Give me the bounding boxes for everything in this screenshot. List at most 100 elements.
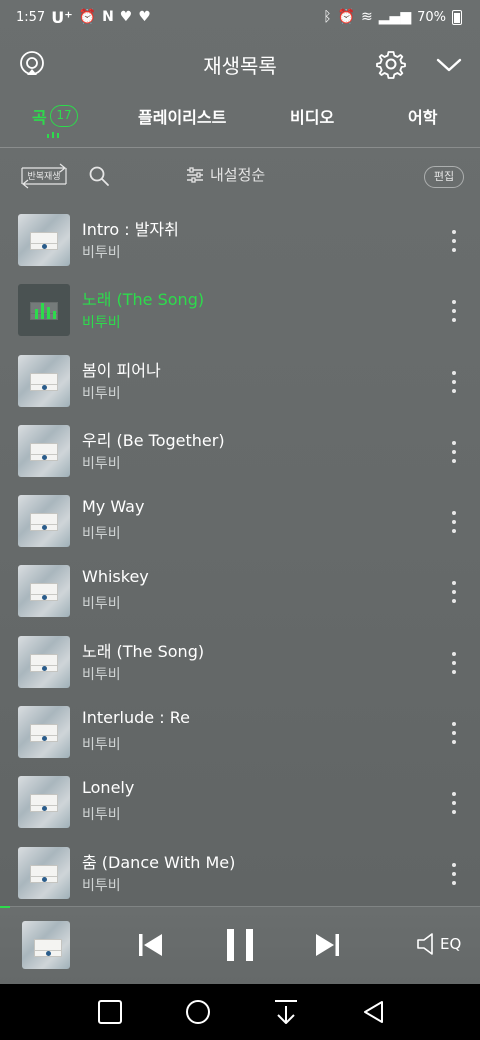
album-art — [18, 424, 70, 477]
home-icon[interactable] — [184, 998, 212, 1026]
song-title: 춤 (Dance With Me) — [82, 852, 236, 872]
song-artist: 비투비 — [82, 526, 121, 543]
header: 재생목록 — [0, 34, 480, 96]
more-options-icon[interactable] — [444, 370, 464, 393]
previous-track-icon[interactable] — [138, 931, 164, 959]
alarm-clock-icon: ⏰ — [78, 9, 97, 25]
song-row[interactable]: Intro : 발자취 비투비 — [0, 205, 480, 275]
album-dot-graphic — [42, 876, 47, 882]
album-dot-graphic — [42, 665, 47, 671]
album-dot-graphic — [46, 951, 51, 956]
repeat-button[interactable]: 반복재생 — [18, 163, 70, 189]
song-row[interactable]: My Way 비투비 — [0, 486, 480, 556]
more-options-icon[interactable] — [444, 300, 464, 323]
nate-icon: N — [102, 9, 114, 25]
tab-language[interactable]: 어학 — [408, 104, 437, 128]
song-artist: 비투비 — [82, 385, 121, 402]
bluetooth-icon: ᛒ — [323, 9, 332, 25]
song-title: Whiskey — [82, 567, 149, 587]
song-artist: 비투비 — [82, 245, 121, 261]
status-time: 1:57 — [16, 9, 46, 25]
song-artist: 비투비 — [82, 315, 121, 332]
system-navigation-bar — [0, 984, 480, 1040]
sliders-icon — [187, 166, 203, 183]
recent-apps-icon[interactable] — [96, 998, 124, 1026]
download-bar-icon[interactable] — [272, 998, 300, 1026]
now-playing-album-art[interactable] — [22, 921, 70, 969]
album-art — [18, 214, 70, 266]
song-title: 노래 (The Song) — [82, 641, 205, 661]
song-artist: 비투비 — [82, 455, 121, 472]
eq-button[interactable]: EQ — [416, 931, 461, 957]
song-row[interactable]: 춤 (Dance With Me) 비투비 — [0, 838, 480, 908]
song-row[interactable]: 봄이 피어나 비투비 — [0, 346, 480, 416]
album-dot-graphic — [42, 454, 47, 460]
song-row[interactable]: 노래 (The Song) 비투비 — [0, 627, 480, 697]
album-dot-graphic — [42, 384, 47, 390]
album-dot-graphic — [42, 244, 47, 249]
tab-bar: 곡 17 플레이리스트 비디오 어학 — [0, 96, 480, 148]
song-title: 노래 (The Song) — [82, 290, 205, 310]
alarm-icon: ⏰ — [337, 9, 356, 25]
album-art — [18, 354, 70, 407]
eq-label: EQ — [440, 935, 462, 953]
song-list: Intro : 발자취 비투비 노래 (The Song) 비투비 봄이 피어나… — [0, 205, 480, 908]
tab-songs[interactable]: 곡 — [32, 104, 47, 128]
album-art — [18, 706, 70, 759]
tab-videos[interactable]: 비디오 — [290, 104, 334, 128]
carrier-label: U⁺ — [51, 7, 73, 27]
now-playing-equalizer-icon — [35, 301, 56, 320]
gear-icon[interactable] — [376, 49, 406, 79]
status-bar: 1:57 U⁺ ⏰ N ♥ ♥ ᛒ ⏰ ≋ ▂▄▆ 70% — [0, 0, 480, 34]
song-title: 봄이 피어나 — [82, 360, 161, 380]
repeat-label: 반복재생 — [27, 172, 61, 182]
edit-button[interactable]: 편집 — [424, 166, 464, 188]
next-track-icon[interactable] — [314, 931, 340, 959]
song-title: Lonely — [82, 778, 135, 798]
song-row[interactable]: Interlude : Re 비투비 — [0, 697, 480, 767]
battery-icon — [452, 9, 462, 25]
signal-icon: ▂▄▆ — [378, 9, 412, 25]
song-artist: 비투비 — [82, 807, 121, 824]
album-art — [18, 635, 70, 688]
song-artist: 비투비 — [82, 877, 121, 894]
search-icon[interactable] — [88, 165, 110, 187]
song-row[interactable]: Lonely 비투비 — [0, 767, 480, 837]
page-title: 재생목록 — [203, 54, 277, 78]
song-row[interactable]: 우리 (Be Together) 비투비 — [0, 416, 480, 486]
song-artist: 비투비 — [82, 596, 121, 613]
more-options-icon[interactable] — [444, 511, 464, 534]
song-artist: 비투비 — [82, 737, 121, 754]
heart-icon: ♥ — [138, 9, 151, 25]
song-title: Interlude : Re — [82, 708, 190, 728]
pause-icon[interactable] — [224, 927, 256, 963]
song-title: Intro : 발자취 — [82, 220, 179, 239]
more-options-icon[interactable] — [444, 581, 464, 604]
more-options-icon[interactable] — [444, 722, 464, 745]
back-icon[interactable] — [360, 998, 388, 1026]
chevron-down-icon[interactable] — [434, 52, 464, 78]
more-options-icon[interactable] — [444, 651, 464, 674]
more-options-icon[interactable] — [444, 440, 464, 463]
tab-songs-count-badge: 17 — [50, 105, 78, 127]
wifi-icon: ≋ — [361, 9, 373, 25]
tab-playlists[interactable]: 플레이리스트 — [138, 104, 226, 128]
list-toolbar: 반복재생 내설정순 편집 — [0, 155, 480, 199]
album-art — [18, 846, 70, 899]
sort-button[interactable]: 내설정순 — [186, 164, 265, 185]
song-artist: 비투비 — [82, 666, 121, 683]
song-row[interactable]: 노래 (The Song) 비투비 — [0, 275, 480, 345]
more-options-icon[interactable] — [444, 862, 464, 885]
album-art — [18, 495, 70, 548]
playback-progress-bar[interactable] — [0, 906, 10, 908]
song-title: My Way — [82, 497, 145, 517]
song-title: 우리 (Be Together) — [82, 430, 225, 450]
mini-player: EQ — [0, 906, 480, 984]
more-options-icon[interactable] — [444, 230, 464, 252]
heart-icon: ♥ — [119, 9, 133, 25]
song-row[interactable]: Whiskey 비투비 — [0, 556, 480, 626]
album-art — [18, 284, 70, 337]
tab-active-indicator-icon — [47, 132, 59, 138]
album-art — [18, 565, 70, 618]
more-options-icon[interactable] — [444, 792, 464, 815]
